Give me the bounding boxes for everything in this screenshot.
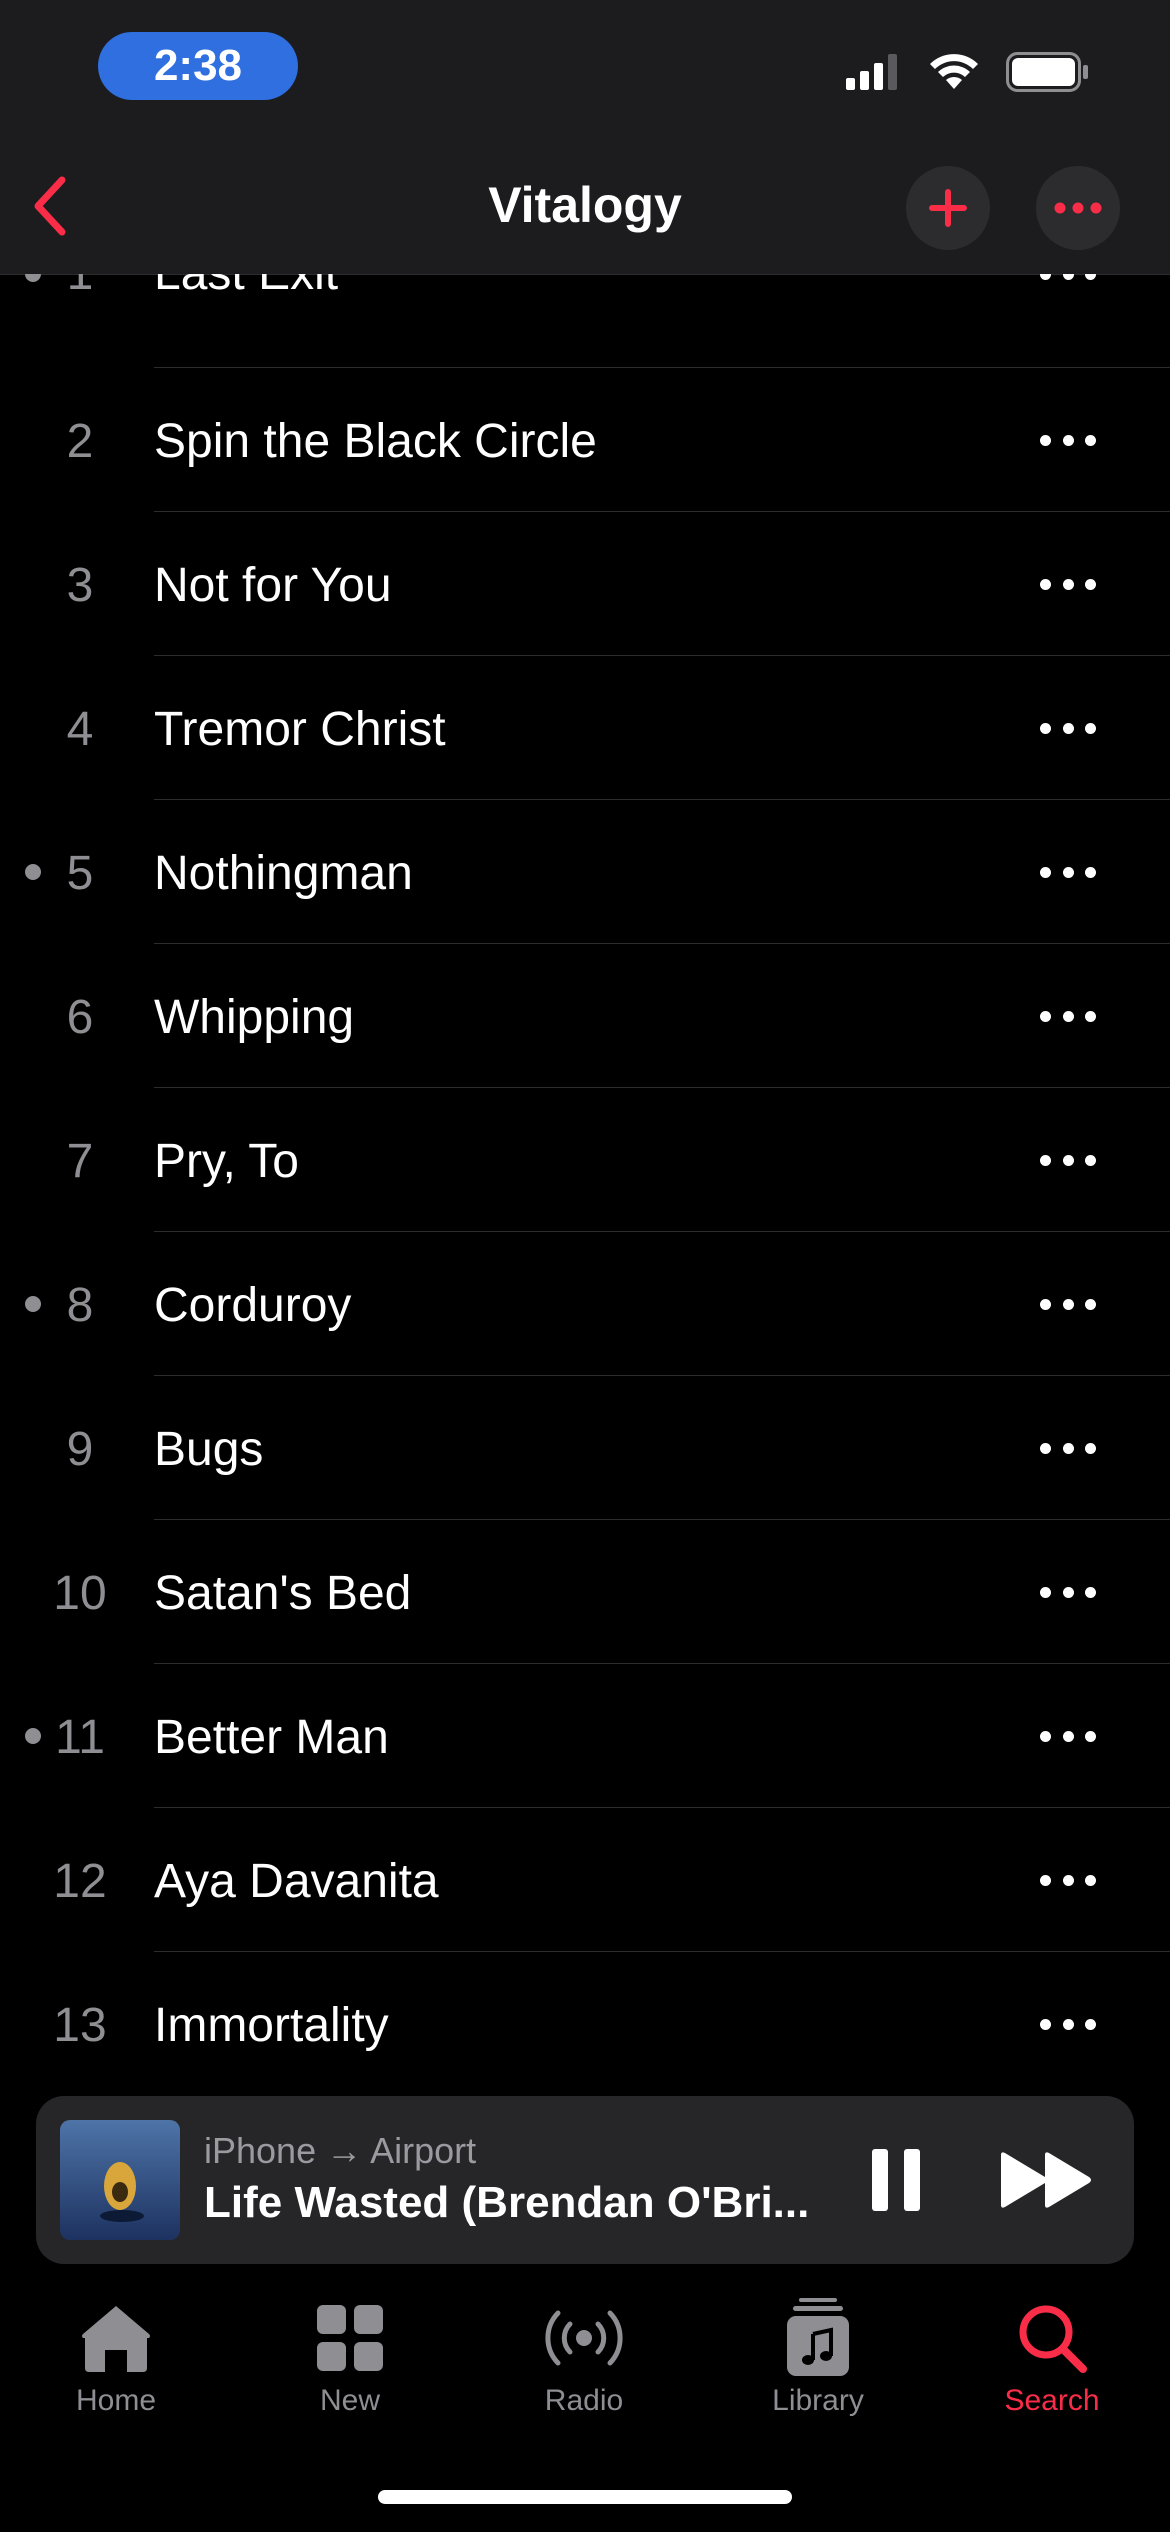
track-title: Immortality <box>154 1999 389 2052</box>
popular-indicator <box>25 1728 41 1744</box>
wifi-icon <box>930 54 978 89</box>
pause-button[interactable] <box>856 2142 936 2218</box>
track-row[interactable]: 7 Pry, To <box>0 1088 1170 1232</box>
track-number: 5 <box>66 847 94 900</box>
track-more-button[interactable] <box>1040 1150 1096 1170</box>
add-to-library-button[interactable] <box>906 166 990 250</box>
cellular-signal-icon <box>846 54 897 90</box>
track-number: 11 <box>55 1711 105 1764</box>
track-number: 7 <box>66 1135 94 1188</box>
grid-icon <box>317 2305 383 2371</box>
track-title: Aya Davanita <box>154 1855 439 1908</box>
track-title: Better Man <box>154 1711 389 1764</box>
track-row[interactable]: 1 Last Exit <box>0 274 1170 368</box>
track-more-button[interactable] <box>1040 1006 1096 1026</box>
tab-label: Search <box>1004 2384 1100 2417</box>
track-title: Pry, To <box>154 1135 299 1188</box>
album-more-button[interactable] <box>1036 166 1120 250</box>
tab-label: Radio <box>544 2384 624 2417</box>
track-row[interactable]: 9 Bugs <box>0 1376 1170 1520</box>
popular-indicator <box>25 1296 41 1312</box>
track-number: 12 <box>53 1855 107 1908</box>
track-title: Spin the Black Circle <box>154 415 597 468</box>
tab-new[interactable]: New <box>260 2296 440 2426</box>
radio-icon <box>545 2310 623 2366</box>
track-number: 6 <box>66 991 94 1044</box>
home-indicator[interactable] <box>378 2490 792 2504</box>
airplay-route: iPhone → Airport <box>204 2130 477 2171</box>
track-row[interactable]: 13 Immortality <box>0 1952 1170 2092</box>
track-row[interactable]: 10 Satan's Bed <box>0 1520 1170 1664</box>
track-more-button[interactable] <box>1040 1726 1096 1746</box>
forward-icon <box>1001 2152 1091 2208</box>
track-more-button[interactable] <box>1040 862 1096 882</box>
track-number: 10 <box>53 1567 107 1620</box>
track-more-button[interactable] <box>1040 574 1096 594</box>
track-title: Last Exit <box>154 274 338 301</box>
album-artwork <box>60 2120 180 2240</box>
track-row[interactable]: 2 Spin the Black Circle <box>0 368 1170 512</box>
track-more-button[interactable] <box>1040 1870 1096 1890</box>
page-title: Vitalogy <box>488 177 682 233</box>
track-title: Corduroy <box>154 1279 352 1332</box>
track-list: 1 Last Exit 2 Spin the Black Circle 3 No… <box>0 274 1170 2092</box>
track-row[interactable]: 5 Nothingman <box>0 800 1170 944</box>
track-more-button[interactable] <box>1040 2014 1096 2034</box>
popular-indicator <box>25 864 41 880</box>
tab-label: New <box>319 2384 380 2417</box>
tab-home[interactable]: Home <box>26 2296 206 2426</box>
track-number: 9 <box>66 1423 94 1476</box>
track-row[interactable]: 6 Whipping <box>0 944 1170 1088</box>
battery-icon <box>1006 52 1088 92</box>
track-more-button[interactable] <box>1040 718 1096 738</box>
skip-forward-button[interactable] <box>992 2142 1102 2218</box>
pause-icon <box>872 2149 920 2211</box>
track-number: 2 <box>66 415 94 468</box>
tab-library[interactable]: Library <box>728 2296 908 2426</box>
now-playing-title: Life Wasted (Brendan O'Bri... <box>204 2178 810 2227</box>
track-title: Not for You <box>154 559 392 612</box>
track-more-button[interactable] <box>1040 274 1096 284</box>
track-number: 8 <box>66 1279 94 1332</box>
track-title: Whipping <box>154 991 355 1044</box>
track-number: 13 <box>53 1999 107 2052</box>
popular-indicator <box>25 274 41 282</box>
search-icon <box>1019 2305 1087 2373</box>
home-icon <box>82 2306 150 2372</box>
plus-icon <box>929 189 967 227</box>
track-more-button[interactable] <box>1040 1294 1096 1314</box>
status-bar: 2:38 <box>0 0 1170 140</box>
track-row[interactable]: 12 Aya Davanita <box>0 1808 1170 1952</box>
track-title: Tremor Christ <box>154 703 446 756</box>
track-row[interactable]: 4 Tremor Christ <box>0 656 1170 800</box>
track-more-button[interactable] <box>1040 430 1096 450</box>
track-more-button[interactable] <box>1040 1438 1096 1458</box>
track-row[interactable]: 3 Not for You <box>0 512 1170 656</box>
track-number: 3 <box>66 559 94 612</box>
nav-header: Vitalogy <box>0 140 1170 275</box>
tab-search[interactable]: Search <box>962 2296 1142 2426</box>
track-title: Satan's Bed <box>154 1567 412 1620</box>
track-title: Bugs <box>154 1423 264 1476</box>
track-row[interactable]: 11 Better Man <box>0 1664 1170 1808</box>
tab-label: Home <box>75 2384 157 2417</box>
track-number: 1 <box>50 274 110 301</box>
track-number: 4 <box>66 703 94 756</box>
status-icons <box>846 52 1090 92</box>
track-more-button[interactable] <box>1040 1582 1096 1602</box>
tab-radio[interactable]: Radio <box>494 2296 674 2426</box>
track-title: Nothingman <box>154 847 413 900</box>
library-icon <box>787 2298 849 2376</box>
tab-label: Library <box>772 2384 864 2417</box>
ellipsis-icon <box>1054 202 1102 214</box>
track-row[interactable]: 8 Corduroy <box>0 1232 1170 1376</box>
status-time: 2:38 <box>98 32 298 100</box>
mini-player[interactable]: iPhone → Airport Life Wasted (Brendan O'… <box>36 2096 1134 2264</box>
